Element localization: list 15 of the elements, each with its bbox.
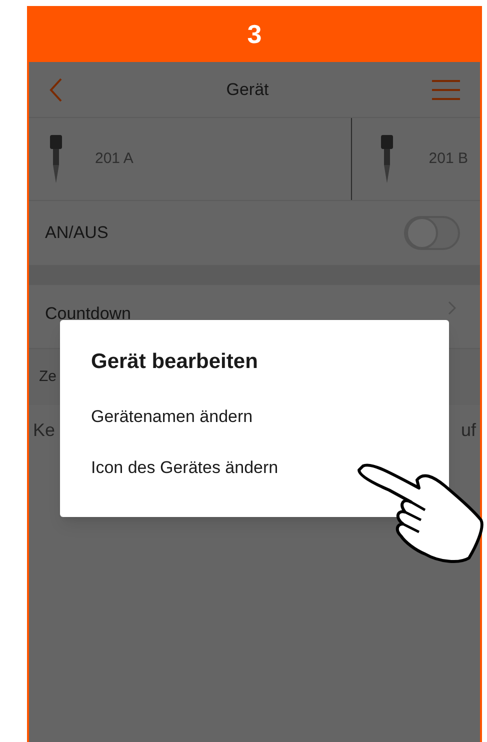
probe-icon bbox=[380, 135, 394, 183]
device-name[interactable]: 201 A bbox=[95, 148, 134, 170]
note-text: uf bbox=[460, 418, 476, 442]
row-label[interactable]: Ze bbox=[39, 366, 57, 388]
note-text: Ke bbox=[33, 418, 56, 442]
dialog-title: Gerät bearbeiten bbox=[91, 349, 259, 375]
menu-icon[interactable] bbox=[432, 78, 460, 100]
device-name[interactable]: 201 B bbox=[428, 148, 468, 170]
dialog-option[interactable]: Icon des Gerätes ändern bbox=[91, 455, 278, 480]
step-number: 3 bbox=[247, 18, 262, 50]
power-label: AN/AUS bbox=[45, 222, 108, 244]
page-title: Gerät bbox=[226, 78, 269, 101]
probe-icon bbox=[49, 135, 63, 183]
dialog-option[interactable]: Gerätenamen ändern bbox=[91, 404, 253, 429]
back-icon[interactable] bbox=[49, 78, 63, 102]
